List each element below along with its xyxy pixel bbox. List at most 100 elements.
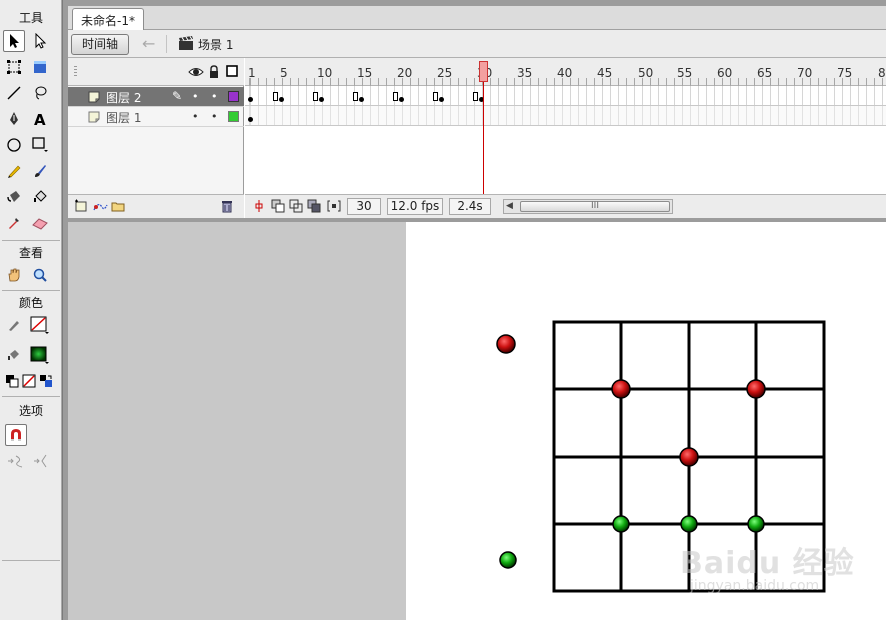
layer-color-swatch[interactable] xyxy=(228,91,239,102)
frames-panel: 1 5 10 15 20 25 30 35 40 45 50 55 60 65 … xyxy=(245,58,886,218)
pen-tool-icon[interactable] xyxy=(3,108,25,130)
ruler-label: 25 xyxy=(437,66,453,80)
frame-rate-field[interactable]: 12.0 fps xyxy=(387,198,443,215)
ruler-label: 15 xyxy=(357,66,373,80)
timeline-toggle-button[interactable]: 时间轴 xyxy=(71,34,129,55)
tools-panel: 工具 A 查看 颜色 选项 xyxy=(0,0,62,620)
ruler-label: 50 xyxy=(638,66,654,80)
zoom-tool-icon[interactable] xyxy=(29,264,51,286)
modify-onion-markers-icon[interactable] xyxy=(327,199,341,216)
layer-page-icon xyxy=(88,111,100,123)
svg-text:A: A xyxy=(34,111,46,127)
divider xyxy=(2,560,60,561)
lock-icon[interactable] xyxy=(208,65,220,82)
ruler-label: 5 xyxy=(280,66,288,80)
lock-dot[interactable]: • xyxy=(211,110,218,123)
keyframe[interactable] xyxy=(319,97,324,102)
oval-tool-icon[interactable] xyxy=(3,134,25,156)
layer-row-1[interactable]: 图层 1 • • xyxy=(68,107,244,127)
center-frame-icon[interactable] xyxy=(253,199,265,216)
ruler-label: 40 xyxy=(557,66,573,80)
drag-grip[interactable] xyxy=(74,66,77,78)
scene-bar: 时间轴 ← 场景 1 xyxy=(68,30,886,58)
swap-colors-icon[interactable] xyxy=(37,370,55,392)
options-label: 选项 xyxy=(18,404,43,418)
keyframe[interactable] xyxy=(439,97,444,102)
no-color-icon[interactable] xyxy=(20,370,38,392)
timeline-scrollbar[interactable]: ◀ III xyxy=(503,199,673,214)
smooth-icon[interactable] xyxy=(5,450,27,472)
layer-row-2[interactable]: 图层 2 ✎ • • xyxy=(68,87,244,107)
layers-footer xyxy=(68,194,244,218)
edit-pencil-icon: ✎ xyxy=(172,89,183,103)
eyedropper-tool-icon[interactable] xyxy=(3,212,25,234)
frame-end-marker xyxy=(353,92,358,101)
scrollbar-thumb[interactable]: III xyxy=(520,201,670,212)
keyframe[interactable] xyxy=(359,97,364,102)
ink-bottle-tool-icon[interactable] xyxy=(3,186,25,208)
current-frame-field[interactable]: 30 xyxy=(347,198,381,215)
ruler-label: 8 xyxy=(878,66,886,80)
free-transform-tool-icon[interactable] xyxy=(3,56,25,78)
add-motion-guide-icon[interactable] xyxy=(92,199,108,216)
frames-row-layer-2[interactable] xyxy=(245,86,886,106)
text-tool-icon[interactable]: A xyxy=(29,108,51,130)
hand-tool-icon[interactable] xyxy=(3,264,25,286)
scroll-left-arrow-icon[interactable]: ◀ xyxy=(506,200,513,213)
baidu-watermark: Baidu 经验 xyxy=(680,546,855,581)
frame-end-marker xyxy=(473,92,478,101)
keyframe[interactable] xyxy=(399,97,404,102)
elapsed-time-field: 2.4s xyxy=(449,198,491,215)
onion-skin-icon[interactable] xyxy=(271,199,285,216)
green-ball xyxy=(747,515,765,533)
frame-end-marker xyxy=(393,92,398,101)
frames-row-layer-1[interactable] xyxy=(245,106,886,126)
stroke-color-pencil-icon xyxy=(3,314,25,336)
insert-layer-folder-icon[interactable] xyxy=(110,199,126,216)
tools-label: 工具 xyxy=(18,11,43,25)
subselection-tool-icon[interactable] xyxy=(29,30,51,52)
green-ball xyxy=(680,515,698,533)
pencil-tool-icon[interactable] xyxy=(3,160,25,182)
default-colors-icon[interactable] xyxy=(3,370,21,392)
gradient-transform-tool-icon[interactable] xyxy=(29,56,51,78)
paint-bucket-tool-icon[interactable] xyxy=(29,186,51,208)
brush-tool-icon[interactable] xyxy=(29,160,51,182)
playhead[interactable] xyxy=(479,61,488,82)
onion-skin-outlines-icon[interactable] xyxy=(289,199,303,216)
divider xyxy=(2,240,60,241)
eye-icon[interactable] xyxy=(188,65,204,82)
fill-color-bucket-icon xyxy=(3,344,25,366)
snap-to-objects-magnet-icon[interactable] xyxy=(5,424,27,446)
document-tab[interactable]: 未命名-1* xyxy=(72,8,144,30)
keyframe[interactable] xyxy=(248,97,253,102)
delete-layer-trash-icon[interactable] xyxy=(220,199,234,216)
eraser-tool-icon[interactable] xyxy=(29,212,51,234)
visibility-dot[interactable]: • xyxy=(192,110,199,123)
clapperboard-icon xyxy=(178,35,194,54)
document-tab-bar: 未命名-1* xyxy=(68,6,886,30)
rectangle-tool-icon[interactable] xyxy=(29,134,51,156)
stroke-color-swatch[interactable] xyxy=(29,314,51,336)
insert-layer-icon[interactable] xyxy=(74,199,90,216)
view-label: 查看 xyxy=(18,246,43,260)
straighten-icon[interactable] xyxy=(31,450,53,472)
keyframe[interactable] xyxy=(248,117,253,122)
lock-dot[interactable]: • xyxy=(211,90,218,103)
fill-color-swatch[interactable] xyxy=(29,344,51,366)
timeline-panel: 图层 2 ✎ • • 图层 1 • • 1 5 10 15 20 25 35 4… xyxy=(68,58,886,218)
scene-label[interactable]: 场景 1 xyxy=(198,36,233,53)
edit-multiple-frames-icon[interactable] xyxy=(307,199,321,216)
lasso-tool-icon[interactable] xyxy=(29,82,51,104)
layer-color-swatch[interactable] xyxy=(228,111,239,122)
ruler-label: 65 xyxy=(757,66,773,80)
keyframe[interactable] xyxy=(279,97,284,102)
back-arrow-icon[interactable]: ← xyxy=(142,35,155,53)
selection-tool-icon[interactable] xyxy=(3,30,25,52)
frame-ruler[interactable]: 1 5 10 15 20 25 30 35 40 45 50 55 60 65 … xyxy=(245,58,886,86)
line-tool-icon[interactable] xyxy=(3,82,25,104)
ruler-label: 70 xyxy=(797,66,813,80)
ruler-label: 55 xyxy=(677,66,693,80)
outline-icon[interactable] xyxy=(226,65,238,80)
visibility-dot[interactable]: • xyxy=(192,90,199,103)
